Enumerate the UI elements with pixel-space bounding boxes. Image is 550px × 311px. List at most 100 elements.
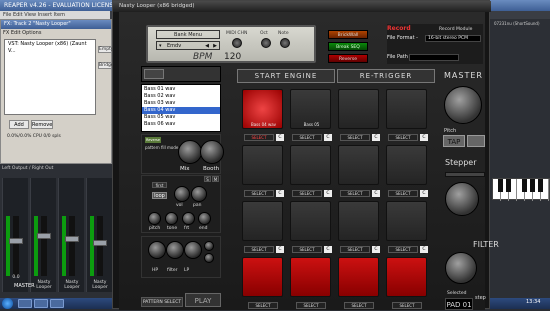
black-key[interactable]: [522, 179, 527, 192]
fader-handle[interactable]: [37, 233, 51, 239]
stepper-slider[interactable]: [445, 172, 485, 177]
bank-menu-button[interactable]: Bank Menu: [156, 30, 220, 39]
file-format-select[interactable]: 16-bit stereo PCM: [425, 35, 481, 42]
empty-button[interactable]: Empty: [98, 46, 114, 53]
first-button[interactable]: first: [152, 182, 167, 188]
fader-handle[interactable]: [9, 238, 23, 244]
pad-c-button[interactable]: C: [420, 190, 428, 197]
break-seq-button[interactable]: Break SEQ: [328, 42, 368, 51]
pad-select-button[interactable]: SELECT: [340, 246, 370, 253]
octave-knob[interactable]: [261, 38, 271, 48]
fader-handle[interactable]: [93, 240, 107, 246]
pad-4[interactable]: [386, 89, 427, 129]
pad-select-button[interactable]: SELECT: [340, 190, 370, 197]
loop-button[interactable]: loop: [152, 192, 167, 199]
pad-select-button[interactable]: SELECT: [388, 246, 418, 253]
stepper-knob[interactable]: [445, 182, 479, 216]
pad-c-button[interactable]: C: [276, 190, 284, 197]
pad-3[interactable]: [338, 89, 379, 129]
play-button[interactable]: PLAY: [185, 293, 221, 307]
pad-c-button[interactable]: C: [372, 246, 380, 253]
fader-handle[interactable]: [65, 236, 79, 242]
pad-select-button[interactable]: SELECT: [292, 190, 322, 197]
black-key[interactable]: [506, 179, 511, 192]
pattern-select-button[interactable]: PATTERN SELECT: [141, 297, 183, 307]
pad-7[interactable]: [338, 145, 379, 185]
taskbar-app-icon[interactable]: [34, 299, 48, 308]
daw-menu-bar[interactable]: File Edit View Insert Item: [0, 11, 110, 19]
pad-9[interactable]: [242, 201, 283, 241]
pad-select-button[interactable]: SELECT: [248, 302, 278, 309]
list-item[interactable]: Bass 01 wav: [142, 86, 220, 93]
master-knob[interactable]: [444, 86, 482, 124]
pad-c-button[interactable]: C: [276, 134, 284, 141]
filter-master-knob[interactable]: [445, 252, 477, 284]
pad-select-button[interactable]: SELECT: [340, 134, 370, 141]
pad-select-button[interactable]: SELECT: [344, 302, 374, 309]
pad-c-button[interactable]: C: [324, 246, 332, 253]
pad-8[interactable]: [386, 145, 427, 185]
file-path-field[interactable]: [409, 54, 459, 61]
pad-select-button[interactable]: SELECT: [388, 134, 418, 141]
pad-c-button[interactable]: C: [324, 190, 332, 197]
piano-keyboard[interactable]: [492, 178, 550, 201]
volume-fader[interactable]: [41, 216, 47, 276]
black-key[interactable]: [498, 179, 503, 192]
list-item[interactable]: Bass 04 wav: [142, 107, 220, 114]
pan-knob[interactable]: [191, 186, 207, 202]
booth-knob[interactable]: [200, 140, 224, 164]
hp-filter-knob[interactable]: [148, 241, 166, 259]
pad-c-button[interactable]: C: [324, 134, 332, 141]
pad-5[interactable]: [242, 145, 283, 185]
pad-15[interactable]: [338, 257, 379, 297]
list-item[interactable]: Bass 05 wav: [142, 114, 220, 121]
pad-c-button[interactable]: C: [372, 190, 380, 197]
pad-select-button[interactable]: SELECT: [292, 246, 322, 253]
pad-13[interactable]: [242, 257, 283, 297]
add-fx-button[interactable]: Add: [9, 120, 29, 129]
pad-c-button[interactable]: C: [420, 246, 428, 253]
fx-window-menu[interactable]: FX Edit Options: [3, 30, 41, 36]
end-knob[interactable]: [198, 212, 211, 225]
pad-10[interactable]: [290, 201, 331, 241]
record-button[interactable]: Record: [387, 25, 411, 32]
folder-button[interactable]: [144, 69, 164, 79]
pad-select-button[interactable]: SELECT: [296, 302, 326, 309]
pitch-knob[interactable]: [148, 212, 161, 225]
pad-select-button[interactable]: SELECT: [388, 190, 418, 197]
pad-select-button[interactable]: SELECT: [244, 190, 274, 197]
start-button[interactable]: [2, 298, 13, 309]
volume-fader[interactable]: [97, 216, 103, 276]
pad-c-button[interactable]: C: [420, 134, 428, 141]
black-key[interactable]: [538, 179, 543, 192]
retrigger-button[interactable]: RE-TRIGGER: [337, 69, 435, 83]
list-item[interactable]: Bass 06 wav: [142, 121, 220, 128]
pad-select-button[interactable]: SELECT: [392, 302, 422, 309]
black-key[interactable]: [530, 179, 535, 192]
filter-mode-knob[interactable]: [204, 241, 214, 251]
taskbar-app-icon[interactable]: [50, 299, 64, 308]
pad-c-button[interactable]: C: [276, 246, 284, 253]
remove-fx-button[interactable]: Remove: [31, 120, 53, 129]
preset-selector[interactable]: ▾ Emdv ◀ ▶: [156, 41, 220, 50]
fx-plugin-list[interactable]: VST: Nasty Looper (x86) (Zaunt V...: [4, 39, 96, 115]
pad-6[interactable]: [290, 145, 331, 185]
bpm-value[interactable]: 120: [224, 52, 241, 62]
pad-select-button[interactable]: SELECT: [292, 134, 322, 141]
volume-fader[interactable]: [13, 216, 19, 276]
pad-c-button[interactable]: C: [372, 134, 380, 141]
mute-button[interactable]: M: [212, 176, 219, 182]
pad-16[interactable]: [386, 257, 427, 297]
taskbar-app-icon[interactable]: [18, 299, 32, 308]
lp-filter-knob[interactable]: [184, 241, 202, 259]
pad-select-button[interactable]: SELECT: [244, 246, 274, 253]
tap-button[interactable]: TAP: [443, 135, 465, 147]
note-knob[interactable]: [280, 38, 290, 48]
start-engine-button[interactable]: START ENGINE: [237, 69, 335, 83]
pad-11[interactable]: [338, 201, 379, 241]
pad-1[interactable]: Bass 04 wav: [242, 89, 283, 129]
pad-12[interactable]: [386, 201, 427, 241]
volume-fader[interactable]: [69, 216, 75, 276]
sync-button[interactable]: [467, 135, 485, 147]
fx-list-item[interactable]: VST: Nasty Looper (x86) (Zaunt V...: [6, 41, 94, 54]
